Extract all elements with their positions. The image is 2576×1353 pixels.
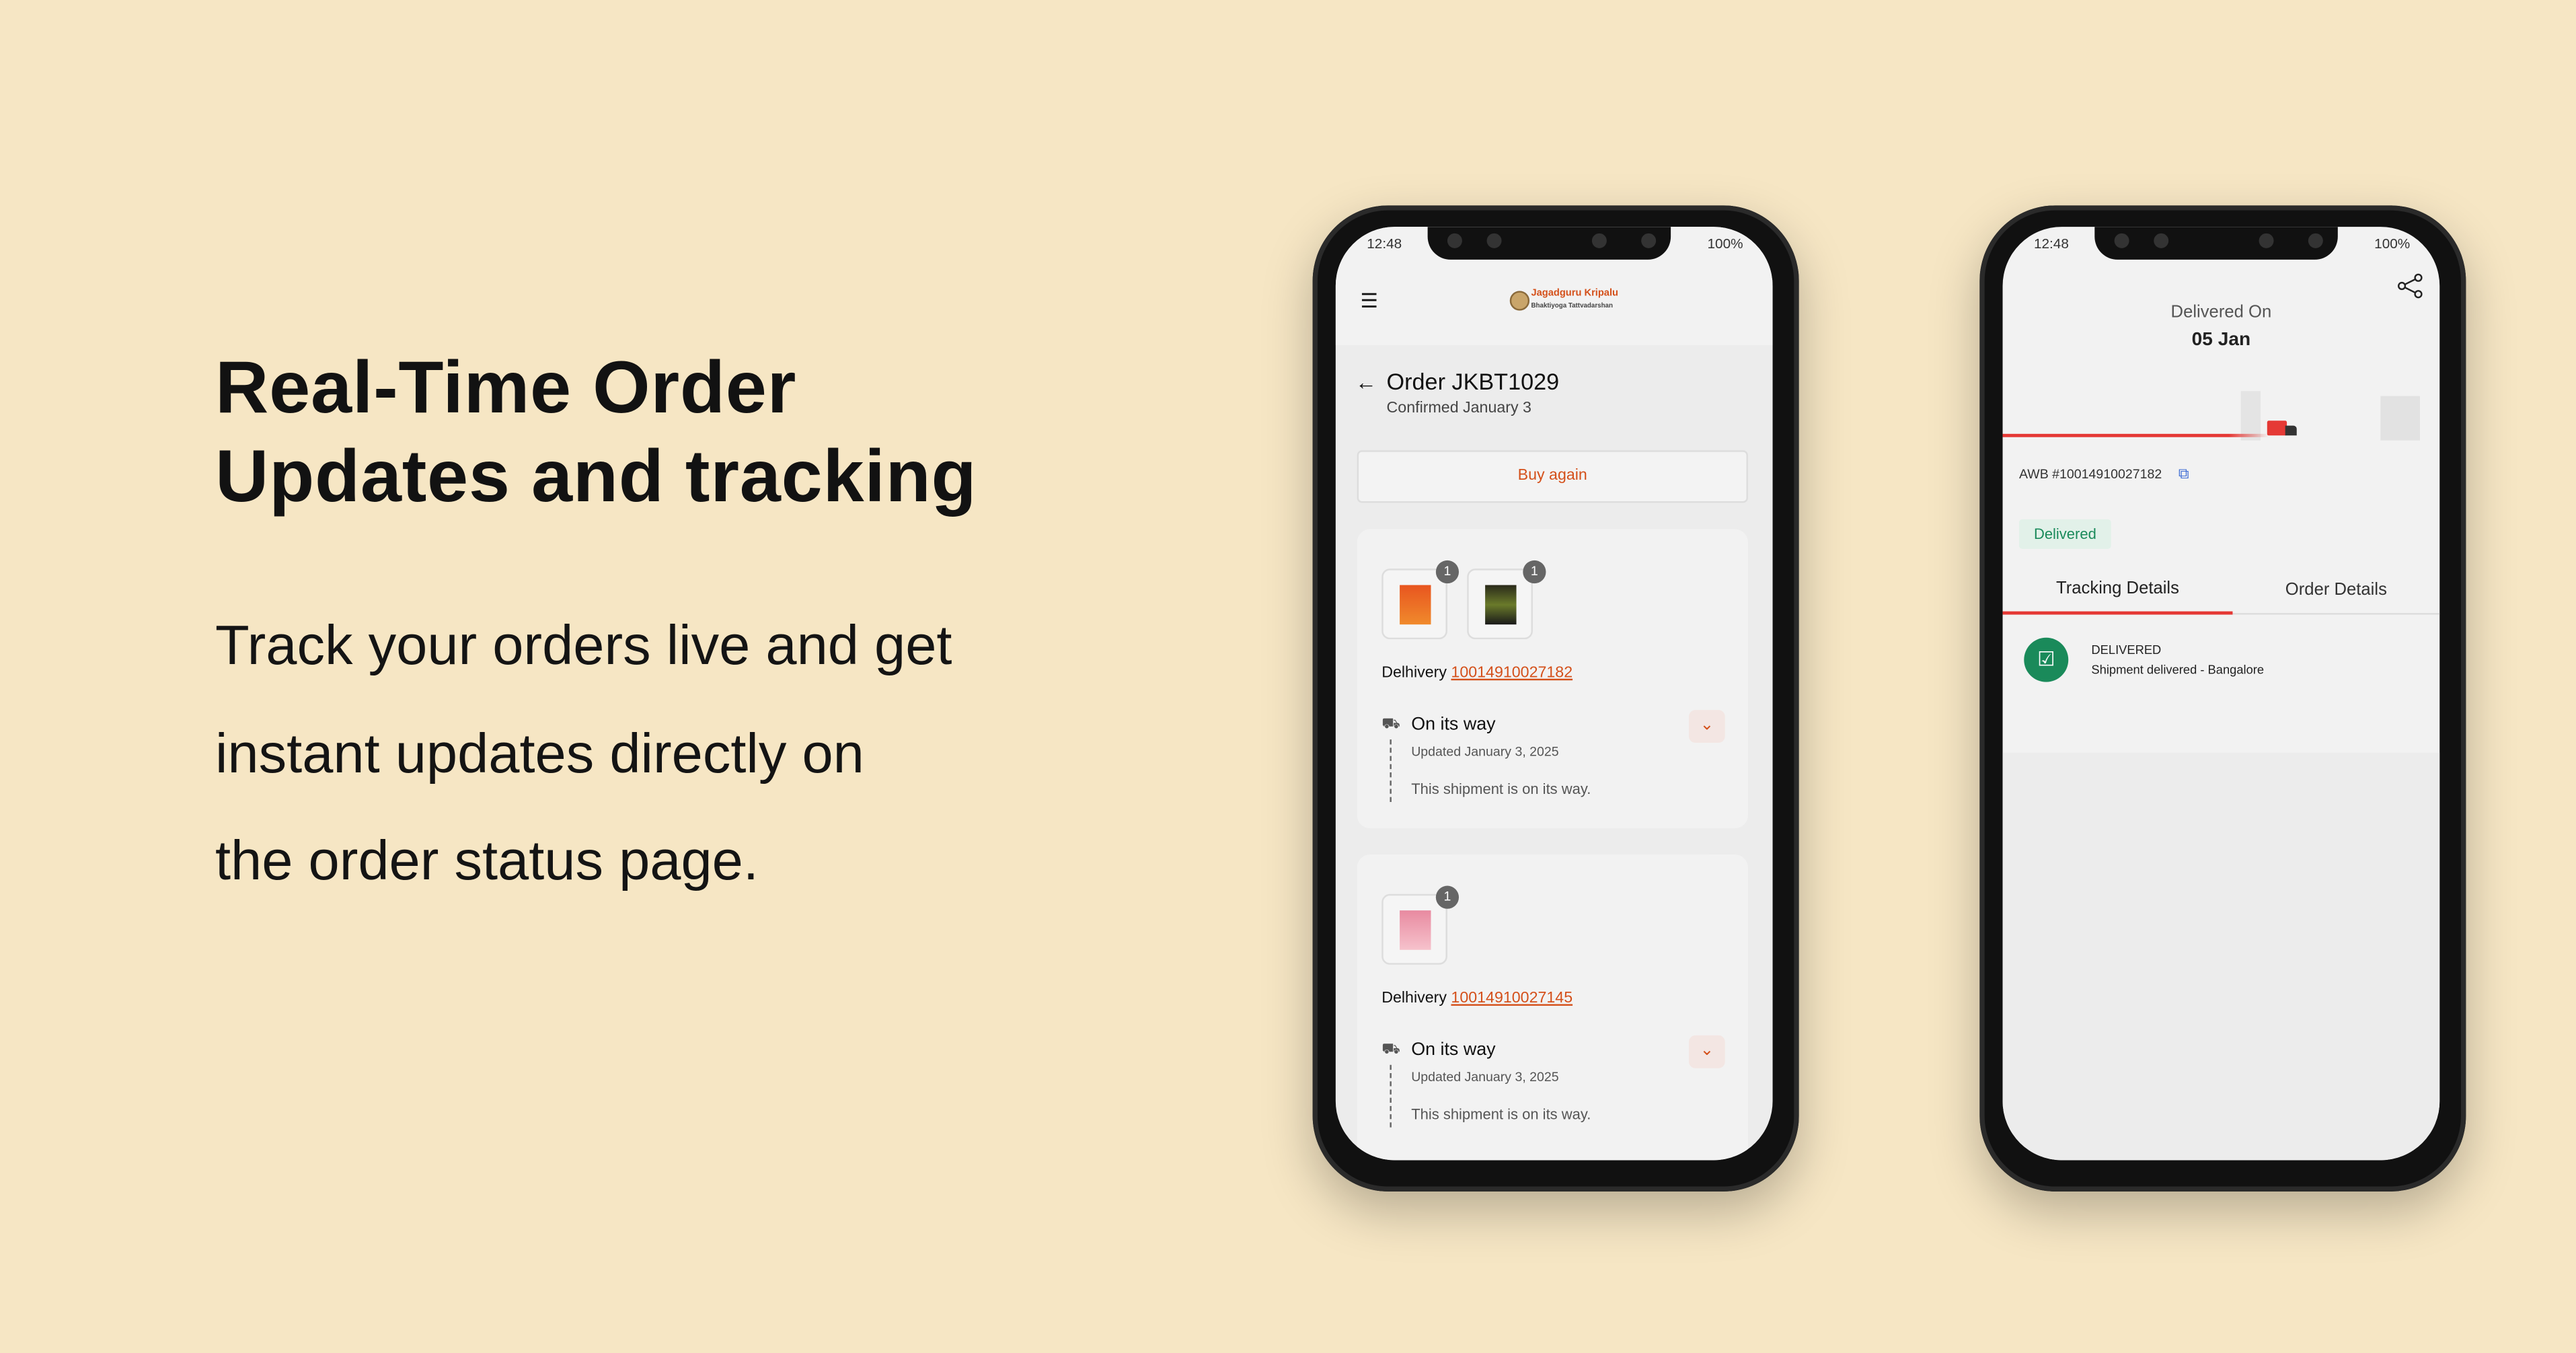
product-thumbnail[interactable]	[1381, 893, 1447, 965]
event-detail: Shipment delivered - Bangalore	[2091, 662, 2265, 678]
shipment-message: This shipment is on its way.	[1411, 780, 1591, 797]
phone-order-status: 12:48 100% ☰ Jagadguru Kripalu Bhaktiyog…	[1312, 205, 1799, 1192]
order-screen: 12:48 100% ☰ Jagadguru Kripalu Bhaktiyog…	[1335, 227, 1773, 1161]
delivered-box-icon: ☑	[2024, 637, 2069, 682]
order-subtitle: Confirmed January 3	[1386, 399, 1531, 418]
delivered-date: 05 Jan	[2191, 330, 2251, 351]
truck-icon: ⛟	[1381, 1040, 1400, 1057]
headline-line-2: Updates and tracking	[215, 433, 977, 518]
quantity-badge: 1	[1523, 560, 1546, 584]
buy-again-button[interactable]: Buy again	[1357, 450, 1748, 503]
tracking-link[interactable]: 10014910027182	[1451, 664, 1573, 682]
product-thumbnail[interactable]	[1381, 569, 1447, 640]
notch	[2094, 227, 2338, 260]
hamburger-menu-icon[interactable]: ☰	[1360, 289, 1377, 312]
share-icon[interactable]	[2397, 272, 2423, 299]
tracking-link[interactable]: 10014910027145	[1451, 989, 1573, 1007]
status-battery: 100%	[1707, 235, 1743, 252]
shipment-updated: Updated January 3, 2025	[1411, 1070, 1559, 1085]
building-illustration	[2240, 391, 2261, 441]
brand-logo-icon	[1509, 291, 1530, 311]
shipment-updated: Updated January 3, 2025	[1411, 744, 1559, 760]
carrier-name: Delhivery	[1381, 663, 1447, 682]
status-time: 12:48	[2033, 235, 2069, 252]
copy-icon[interactable]: ⧉	[2179, 465, 2189, 483]
carrier-line: Delhivery 10014910027182	[1381, 664, 1573, 682]
status-badge: Delivered	[2018, 519, 2111, 549]
notch	[1427, 227, 1671, 260]
awb-number: AWB #10014910027182	[2018, 466, 2162, 482]
shipment-card: 1 Delhivery 10014910027145 ⛟ On its way …	[1357, 854, 1748, 1161]
brand-name: Jagadguru Kripalu	[1531, 289, 1618, 299]
description-line-2: instant updates directly on	[215, 723, 864, 786]
event-title: DELIVERED	[2091, 643, 2162, 658]
carrier-name: Delhivery	[1381, 989, 1447, 1008]
expand-chevron-icon[interactable]: ⌄	[1688, 1035, 1725, 1068]
description-line-3: the order status page.	[215, 830, 759, 893]
shipment-card: 1 1 Delhivery 10014910027182 ⛟ On its wa…	[1357, 529, 1748, 829]
progress-line	[2002, 433, 2269, 437]
timeline-line	[1390, 739, 1392, 802]
brand-tagline: Bhaktiyoga Tattvadarshan	[1531, 300, 1613, 309]
product-thumbnail[interactable]	[1467, 569, 1533, 640]
delivered-on-label: Delivered On	[2170, 302, 2272, 322]
shipment-status: On its way	[1411, 1040, 1496, 1060]
expand-chevron-icon[interactable]: ⌄	[1688, 710, 1725, 743]
description-line-1: Track your orders live and get	[215, 614, 952, 678]
back-arrow-icon[interactable]: ←	[1355, 370, 1377, 395]
status-time: 12:48	[1367, 235, 1402, 252]
carrier-line: Delhivery 10014910027145	[1381, 989, 1573, 1007]
truck-icon: ⛟	[1381, 715, 1400, 731]
tracking-screen: 12:48 100% Delivered On 05 Jan AWB #1001…	[2002, 227, 2440, 1161]
timeline-line	[1390, 1064, 1392, 1128]
phone-tracking: 12:48 100% Delivered On 05 Jan AWB #1001…	[1979, 205, 2466, 1192]
quantity-badge: 1	[1435, 560, 1460, 584]
order-title: Order JKBT1029	[1386, 368, 1560, 395]
tab-order-details[interactable]: Order Details	[2232, 580, 2439, 599]
quantity-badge: 1	[1435, 885, 1460, 909]
delivery-truck-icon	[2267, 420, 2287, 436]
tab-tracking-details[interactable]: Tracking Details	[2003, 579, 2233, 598]
building-illustration	[2380, 396, 2420, 441]
active-tab-indicator	[2002, 611, 2233, 615]
shipment-status: On its way	[1411, 715, 1496, 735]
status-battery: 100%	[2374, 235, 2411, 252]
headline-line-1: Real-Time Order	[215, 344, 797, 429]
shipment-message: This shipment is on its way.	[1411, 1105, 1591, 1123]
